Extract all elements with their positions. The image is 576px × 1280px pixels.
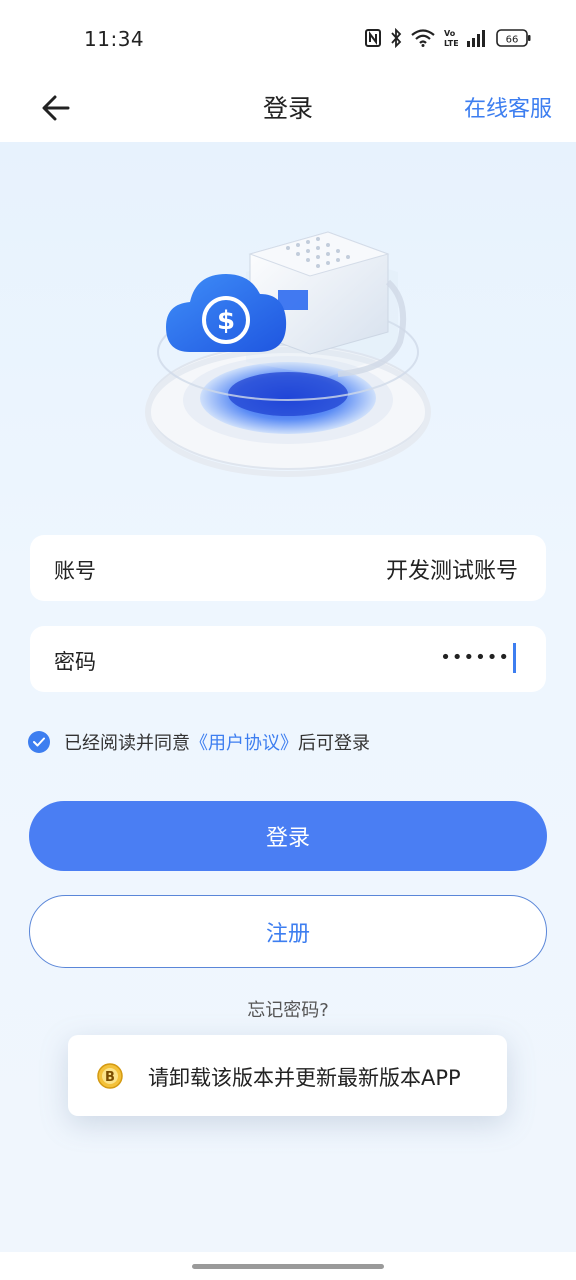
password-label: 密码	[54, 650, 96, 674]
status-bar: 11:34 Vo LTE 66	[0, 0, 576, 76]
password-mask: ••••••	[440, 647, 510, 668]
account-input[interactable]: 开发测试账号	[386, 553, 518, 585]
app-logo-icon: B	[97, 1063, 123, 1089]
svg-text:$: $	[217, 306, 235, 336]
toast-message: 请卸载该版本并更新最新版本APP	[148, 1066, 461, 1090]
svg-text:Vo: Vo	[444, 29, 456, 38]
nav-bar: 登录 在线客服	[0, 76, 576, 142]
agreement-checkbox[interactable]	[28, 731, 50, 753]
online-service-link[interactable]: 在线客服	[464, 91, 552, 123]
login-button[interactable]: 登录	[29, 801, 547, 871]
cloud-server-illustration: $	[145, 231, 431, 477]
wifi-icon	[411, 29, 435, 47]
signal-icon	[467, 30, 485, 47]
agreement-suffix: 后可登录	[298, 733, 370, 754]
password-field[interactable]: 密码 ••••••	[30, 626, 546, 692]
checkmark-icon	[33, 737, 45, 747]
text-caret	[513, 643, 516, 673]
account-field[interactable]: 账号 开发测试账号	[30, 535, 546, 601]
home-indicator[interactable]	[192, 1264, 384, 1269]
nfc-icon	[365, 29, 381, 47]
password-input[interactable]: ••••••	[440, 643, 516, 673]
register-button[interactable]: 注册	[29, 895, 547, 968]
gesture-bar	[0, 1252, 576, 1280]
user-agreement-link[interactable]: 《用户协议》	[190, 729, 298, 755]
battery-icon: 66	[496, 29, 531, 47]
login-page: $ 账号 开发测试账号 密码 •••••• 已经阅读并同意 《用户协议》 后可登…	[0, 142, 576, 1252]
svg-text:B: B	[105, 1070, 115, 1085]
agreement-prefix: 已经阅读并同意	[64, 733, 190, 754]
svg-text:LTE: LTE	[444, 39, 458, 48]
update-toast: B 请卸载该版本并更新最新版本APP	[68, 1035, 507, 1116]
status-icons: Vo LTE 66	[365, 26, 532, 50]
account-label: 账号	[54, 559, 96, 583]
status-time: 11:34	[84, 27, 145, 51]
agreement-row: 已经阅读并同意 《用户协议》 后可登录	[28, 729, 370, 755]
svg-text:66: 66	[506, 35, 519, 46]
bluetooth-icon	[391, 28, 402, 48]
volte-icon: Vo LTE	[444, 29, 458, 48]
forgot-password-link[interactable]: 忘记密码?	[0, 996, 576, 1022]
